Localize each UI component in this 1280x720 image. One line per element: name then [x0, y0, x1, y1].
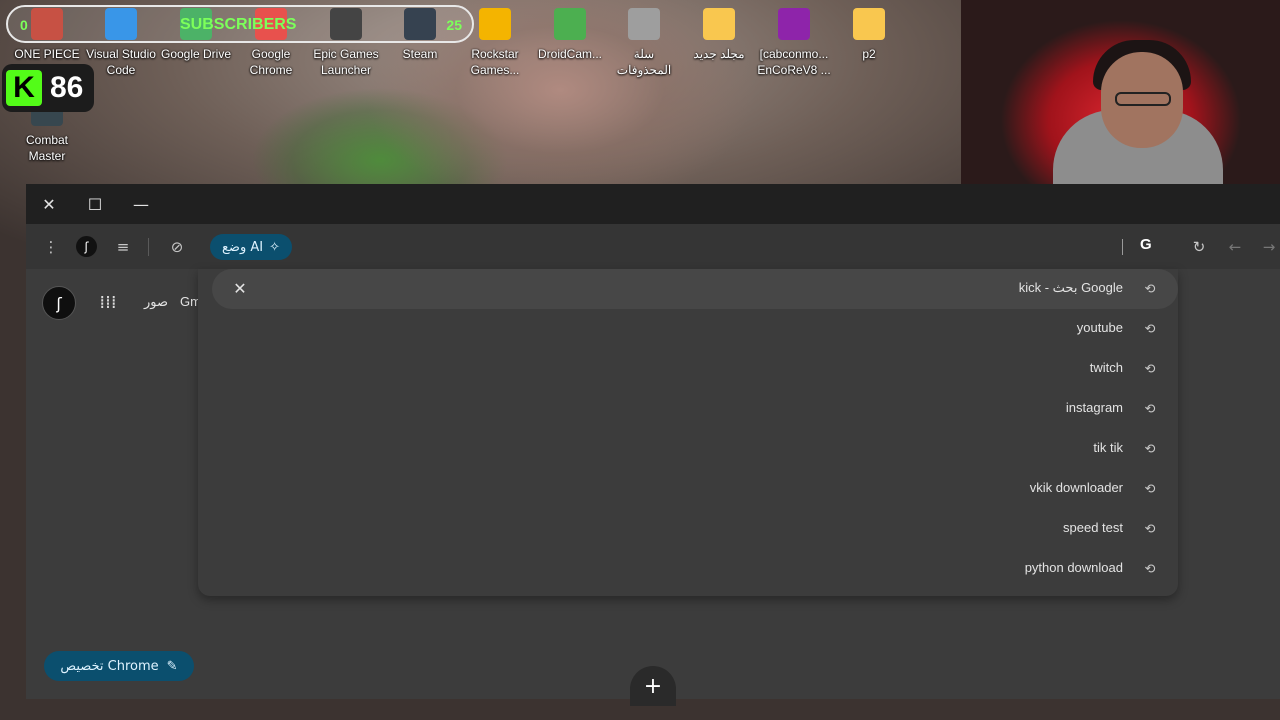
desktop-icon-label: p2	[862, 47, 876, 61]
suggestion-text: vkik downloader	[1029, 480, 1123, 495]
desktop-icon-label: Google Drive	[160, 47, 232, 61]
desktop-icon-label: [cabconmo... EnCoReV8 ...	[757, 47, 831, 77]
subscribers-overlay: 0 SUBSCRIBERS 25	[6, 5, 474, 43]
desktop-icon-label: مجلد جديد	[693, 47, 745, 61]
desktop-icon-label: Steam	[402, 47, 438, 61]
suggestion-item[interactable]: speed test ⟲	[198, 509, 1178, 549]
suggestion-item[interactable]: kick - بحث Google ⟲	[198, 269, 1178, 309]
suggestion-text: twitch	[1089, 360, 1123, 375]
desktop-icon-label: Visual Studio Code	[86, 47, 156, 77]
history-icon: ⟲	[1144, 281, 1156, 297]
pencil-icon: ✎	[166, 658, 178, 674]
suggestion-item[interactable]: vkik downloader ⟲	[198, 469, 1178, 509]
desktop-icon-label: سلة المحذوفات	[616, 47, 672, 77]
desktop-icon-item[interactable]: مجلد جديد	[682, 4, 756, 62]
desktop-icon-label: Rockstar Games...	[470, 47, 520, 77]
subscribers-label: SUBSCRIBERS	[180, 16, 297, 33]
suggestion-item[interactable]: youtube ⟲	[198, 309, 1178, 349]
omnibox-separator	[1122, 239, 1123, 255]
suggestion-item[interactable]: tik tik ⟲	[198, 429, 1178, 469]
reading-list-icon[interactable]: ≡	[112, 236, 134, 258]
subscribers-goal: 25	[446, 17, 462, 33]
winrar-icon	[778, 8, 810, 40]
suggestion-text: kick - بحث Google	[1018, 280, 1123, 295]
history-icon: ⟲	[1144, 561, 1156, 577]
reload-icon[interactable]: ↻	[1188, 236, 1210, 258]
minimize-icon: —	[133, 194, 149, 214]
desktop-icon-label: Google Chrome	[249, 47, 293, 77]
ai-mode-label: وضع AI	[221, 239, 264, 255]
menu-kebab-icon[interactable]: ⋮	[40, 236, 62, 258]
add-shortcut-button[interactable]: +	[630, 666, 676, 706]
desktop-icon-item[interactable]: DroidCam...	[533, 4, 607, 62]
customize-chrome-button[interactable]: تخصيص Chrome ✎	[44, 651, 194, 681]
desktop-icon-label: Epic Games Launcher	[313, 47, 379, 77]
kick-count: 86	[50, 71, 84, 104]
suggestion-text: instagram	[1065, 400, 1123, 415]
subscribers-start: 0	[20, 17, 28, 33]
suggestion-text: python download	[1024, 560, 1123, 575]
droidcam-icon	[554, 8, 586, 40]
kick-logo-icon: K	[6, 70, 42, 106]
desktop-icon-label: ONE PIECE	[14, 47, 80, 61]
history-icon: ⟲	[1144, 521, 1156, 537]
extensions-icon[interactable]: ⊘	[166, 236, 188, 258]
history-icon: ⟲	[1144, 401, 1156, 417]
close-icon: ✕	[42, 194, 56, 214]
folder-icon	[853, 8, 885, 40]
maximize-icon: ☐	[87, 194, 103, 214]
suggestion-text: speed test	[1063, 520, 1123, 535]
desktop-icon-item[interactable]: [cabconmo... EnCoReV8 ...	[757, 4, 831, 78]
forward-icon[interactable]: ←	[1224, 236, 1246, 258]
history-icon: ⟲	[1144, 481, 1156, 497]
toolbar-divider	[148, 238, 149, 256]
browser-toolbar: ⋮ ʃ ≡ ⊘ وضع AI ✧ G ↻ ← →	[26, 224, 1280, 269]
sparkle-icon: ✧	[269, 239, 280, 255]
recycle-bin-icon	[628, 8, 660, 40]
omnibox-suggestions: ✕ kick - بحث Google ⟲ youtube ⟲ twitch ⟲ insta…	[198, 269, 1178, 596]
desktop-icon-item[interactable]: سلة المحذوفات	[607, 4, 681, 78]
window-close-button[interactable]: ✕	[34, 192, 64, 216]
suggestion-text: youtube	[1076, 320, 1123, 335]
chrome-window: ✕ ☐ — ⋮ ʃ ≡ ⊘ وضع AI ✧ G ↻ ← → ʃ ⁞⁞⁞ صور…	[26, 184, 1280, 706]
ai-mode-button[interactable]: وضع AI ✧	[210, 234, 292, 260]
desktop-icon-label: DroidCam...	[537, 47, 602, 61]
webcam-person-glasses	[1115, 92, 1171, 106]
profile-avatar[interactable]: ʃ	[76, 236, 97, 257]
google-g-icon: G	[1140, 236, 1152, 253]
kick-follower-badge: K 86	[2, 64, 94, 112]
history-icon: ⟲	[1144, 361, 1156, 377]
back-icon[interactable]: →	[1258, 236, 1280, 258]
suggestion-item[interactable]: python download ⟲	[198, 549, 1178, 589]
customize-chrome-label: تخصيص Chrome	[60, 658, 159, 674]
folder-icon	[703, 8, 735, 40]
suggestion-item[interactable]: twitch ⟲	[198, 349, 1178, 389]
google-apps-icon[interactable]: ⁞⁞⁞	[96, 290, 120, 314]
window-maximize-button[interactable]: ☐	[80, 192, 110, 216]
desktop-icon-item[interactable]: p2	[832, 4, 906, 62]
google-account-avatar[interactable]: ʃ	[42, 286, 76, 320]
history-icon: ⟲	[1144, 321, 1156, 337]
suggestion-item[interactable]: instagram ⟲	[198, 389, 1178, 429]
suggestion-text: tik tik	[1093, 440, 1123, 455]
images-link[interactable]: صور	[144, 294, 168, 310]
rockstar-icon	[479, 8, 511, 40]
window-titlebar: ✕ ☐ —	[26, 184, 1280, 224]
window-minimize-button[interactable]: —	[126, 192, 156, 216]
history-icon: ⟲	[1144, 441, 1156, 457]
desktop-icon-label: Combat Master	[25, 133, 69, 163]
